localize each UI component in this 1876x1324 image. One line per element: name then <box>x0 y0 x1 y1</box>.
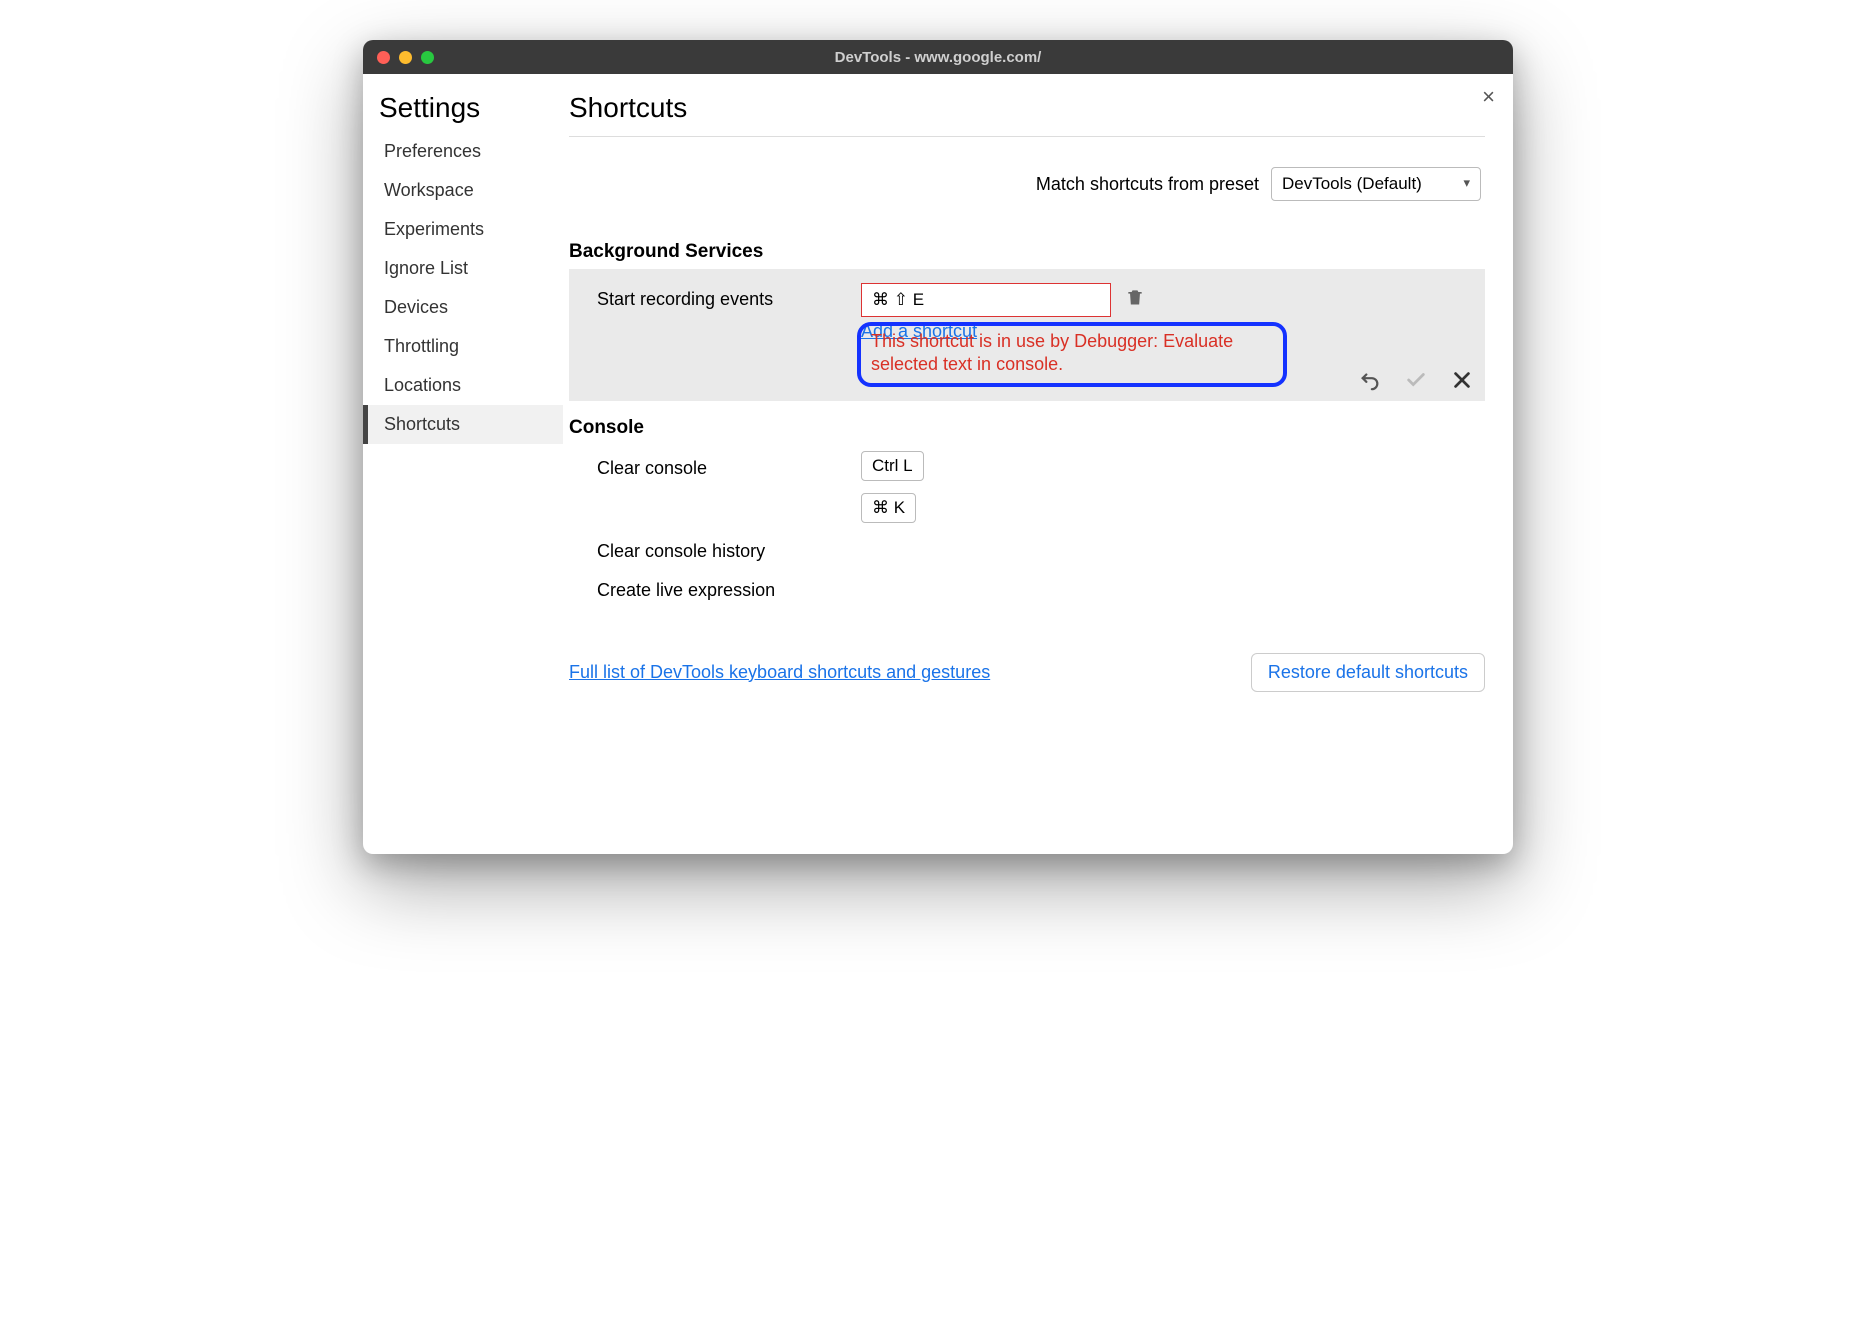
window-title: DevTools - www.google.com/ <box>363 49 1513 66</box>
shortcut-editor: Start recording events ⌘ ⇧ E Add a short… <box>569 269 1485 401</box>
shortcut-input[interactable]: ⌘ ⇧ E <box>861 283 1111 317</box>
row-label: Clear console history <box>597 535 847 562</box>
shortcut-error: This shortcut is in use by Debugger: Eva… <box>857 322 1287 387</box>
console-row-clear-console[interactable]: Clear console Ctrl L <box>569 445 1485 487</box>
main-pane: Shortcuts Match shortcuts from preset De… <box>563 74 1513 854</box>
sidebar-item-workspace[interactable]: Workspace <box>363 171 563 210</box>
sidebar-item-throttling[interactable]: Throttling <box>363 327 563 366</box>
content: × Settings Preferences Workspace Experim… <box>363 74 1513 854</box>
window: DevTools - www.google.com/ × Settings Pr… <box>363 40 1513 854</box>
close-window-dot[interactable] <box>377 51 390 64</box>
shortcut-key: Ctrl L <box>861 451 924 481</box>
preset-row: Match shortcuts from preset DevTools (De… <box>569 167 1485 201</box>
console-row-live-expression[interactable]: Create live expression <box>569 568 1485 607</box>
sidebar-title: Settings <box>363 86 563 132</box>
footer: Full list of DevTools keyboard shortcuts… <box>569 653 1485 692</box>
editor-actions <box>1359 369 1473 391</box>
full-list-link[interactable]: Full list of DevTools keyboard shortcuts… <box>569 662 990 683</box>
fullscreen-window-dot[interactable] <box>421 51 434 64</box>
trash-icon[interactable] <box>1125 287 1145 313</box>
traffic-lights <box>377 51 434 64</box>
shortcut-label: Start recording events <box>597 283 847 310</box>
cancel-icon[interactable] <box>1451 369 1473 391</box>
sidebar-item-devices[interactable]: Devices <box>363 288 563 327</box>
sidebar-item-ignore-list[interactable]: Ignore List <box>363 249 563 288</box>
restore-defaults-button[interactable]: Restore default shortcuts <box>1251 653 1485 692</box>
preset-select[interactable]: DevTools (Default) <box>1271 167 1481 201</box>
undo-icon[interactable] <box>1359 369 1381 391</box>
sidebar: Settings Preferences Workspace Experimen… <box>363 74 563 854</box>
shortcut-key: ⌘ K <box>861 493 916 523</box>
row-label: Create live expression <box>597 574 847 601</box>
sidebar-item-experiments[interactable]: Experiments <box>363 210 563 249</box>
section-heading-background-services: Background Services <box>569 241 1485 263</box>
confirm-icon[interactable] <box>1405 369 1427 391</box>
sidebar-item-shortcuts[interactable]: Shortcuts <box>363 405 563 444</box>
minimize-window-dot[interactable] <box>399 51 412 64</box>
sidebar-item-locations[interactable]: Locations <box>363 366 563 405</box>
console-row-clear-console-alt: ⌘ K <box>569 487 1485 529</box>
close-icon[interactable]: × <box>1482 84 1495 110</box>
page-title: Shortcuts <box>569 88 1485 137</box>
row-label-empty <box>597 505 847 511</box>
preset-label: Match shortcuts from preset <box>1036 174 1259 195</box>
row-label: Clear console <box>597 452 847 479</box>
section-heading-console: Console <box>569 417 1485 439</box>
sidebar-item-preferences[interactable]: Preferences <box>363 132 563 171</box>
console-row-clear-history[interactable]: Clear console history <box>569 529 1485 568</box>
titlebar: DevTools - www.google.com/ <box>363 40 1513 74</box>
